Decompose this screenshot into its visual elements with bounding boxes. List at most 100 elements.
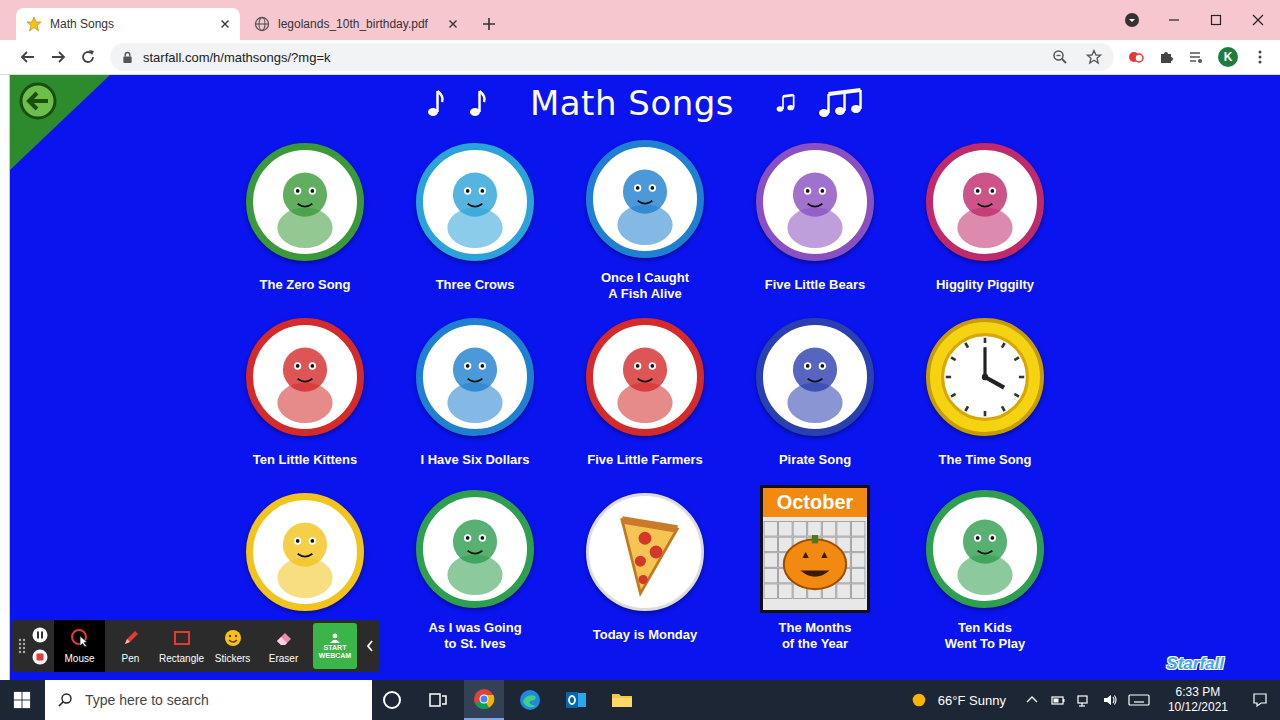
collapse-chevron-icon[interactable] bbox=[365, 638, 375, 654]
file-explorer-icon[interactable] bbox=[610, 688, 634, 712]
forward-icon[interactable] bbox=[50, 49, 66, 65]
character-picture[interactable] bbox=[246, 493, 364, 611]
song-title[interactable]: Pirate Song bbox=[779, 452, 851, 468]
close-tab-icon[interactable] bbox=[448, 19, 458, 29]
character-picture[interactable] bbox=[416, 490, 534, 608]
weather-text[interactable]: 66°F Sunny bbox=[938, 693, 1006, 708]
song-card[interactable]: Today is Monday bbox=[560, 477, 730, 652]
song-picture[interactable] bbox=[416, 477, 534, 620]
song-title[interactable]: Today is Monday bbox=[593, 627, 698, 643]
minimize-icon[interactable] bbox=[1166, 12, 1182, 28]
bookmark-star-icon[interactable] bbox=[1086, 49, 1102, 65]
song-picture[interactable] bbox=[416, 127, 534, 277]
song-picture[interactable] bbox=[246, 477, 364, 627]
pause-icon[interactable] bbox=[32, 627, 48, 643]
song-title[interactable]: Five Little Bears bbox=[765, 277, 865, 293]
song-picture[interactable]: October bbox=[760, 477, 870, 620]
song-picture[interactable] bbox=[416, 302, 534, 452]
network-icon[interactable] bbox=[1076, 692, 1092, 708]
character-picture[interactable] bbox=[416, 318, 534, 436]
song-picture[interactable] bbox=[926, 302, 1044, 452]
song-picture[interactable] bbox=[756, 302, 874, 452]
song-title[interactable]: Once I CaughtA Fish Alive bbox=[601, 270, 689, 302]
song-picture[interactable] bbox=[586, 302, 704, 452]
song-card[interactable]: I Have Six Dollars bbox=[390, 302, 560, 477]
song-card[interactable]: Five Little Farmers bbox=[560, 302, 730, 477]
song-title[interactable]: Ten Little Kittens bbox=[253, 452, 357, 468]
annotation-tool[interactable]: Pen bbox=[105, 620, 156, 672]
song-card[interactable]: The Time Song bbox=[900, 302, 1070, 477]
song-card[interactable]: Higglity Piggilty bbox=[900, 127, 1070, 302]
taskbar-clock[interactable]: 6:33 PM 10/12/2021 bbox=[1168, 685, 1228, 715]
character-picture[interactable] bbox=[586, 318, 704, 436]
reload-icon[interactable] bbox=[80, 49, 96, 65]
show-hidden-icon[interactable] bbox=[1024, 692, 1040, 708]
song-title[interactable]: Ten KidsWent To Play bbox=[945, 620, 1025, 652]
song-card[interactable]: As I was Goingto St. Ives bbox=[390, 477, 560, 652]
character-picture[interactable] bbox=[246, 143, 364, 261]
calendar-picture[interactable]: October bbox=[760, 485, 870, 613]
annotation-tool[interactable]: Stickers bbox=[207, 620, 258, 672]
song-card[interactable]: Three Crows bbox=[390, 127, 560, 302]
profile-avatar[interactable]: K bbox=[1218, 47, 1238, 67]
character-picture[interactable] bbox=[756, 318, 874, 436]
song-card[interactable]: Ten Little Kittens bbox=[220, 302, 390, 477]
browser-tab[interactable]: legolands_10th_birthday.pdf bbox=[244, 8, 468, 40]
character-picture[interactable] bbox=[416, 143, 534, 261]
notifications-icon[interactable] bbox=[1252, 692, 1268, 708]
song-title[interactable]: The Zero Song bbox=[260, 277, 351, 293]
drag-handle-icon[interactable] bbox=[18, 638, 26, 654]
annotation-tool[interactable]: Eraser bbox=[258, 620, 309, 672]
start-webcam-button[interactable]: START WEBCAM bbox=[313, 623, 357, 669]
character-picture[interactable] bbox=[756, 143, 874, 261]
windows-start-icon[interactable] bbox=[13, 691, 31, 709]
cortana-icon[interactable] bbox=[380, 688, 404, 712]
song-picture[interactable] bbox=[926, 127, 1044, 277]
song-picture[interactable] bbox=[246, 302, 364, 452]
plate-picture[interactable] bbox=[586, 493, 704, 611]
outlook-icon[interactable] bbox=[564, 688, 588, 712]
maximize-icon[interactable] bbox=[1208, 12, 1224, 28]
song-picture[interactable] bbox=[586, 127, 704, 270]
song-title[interactable]: Five Little Farmers bbox=[587, 452, 703, 468]
record-extension-icon[interactable] bbox=[1128, 49, 1144, 65]
battery-icon[interactable] bbox=[1050, 692, 1066, 708]
song-title[interactable]: Higglity Piggilty bbox=[936, 277, 1034, 293]
tab-search-icon[interactable] bbox=[1124, 12, 1140, 28]
back-arrow-icon[interactable] bbox=[18, 81, 58, 121]
task-view-icon[interactable] bbox=[426, 688, 450, 712]
zoom-icon[interactable] bbox=[1052, 49, 1068, 65]
menu-dots-icon[interactable] bbox=[1252, 49, 1268, 65]
taskbar-search[interactable]: Type here to search bbox=[45, 680, 372, 720]
back-icon[interactable] bbox=[20, 49, 36, 65]
stop-icon[interactable] bbox=[32, 649, 48, 665]
lock-icon[interactable] bbox=[122, 51, 133, 64]
address-bar[interactable]: starfall.com/h/mathsongs/?mg=k bbox=[110, 43, 1114, 71]
character-picture[interactable] bbox=[926, 143, 1044, 261]
song-picture[interactable] bbox=[246, 127, 364, 277]
song-picture[interactable] bbox=[756, 127, 874, 277]
song-title[interactable]: The Time Song bbox=[939, 452, 1032, 468]
song-picture[interactable] bbox=[926, 477, 1044, 620]
song-card[interactable]: October The Monthsof the Year bbox=[730, 477, 900, 652]
song-card[interactable]: The Zero Song bbox=[220, 127, 390, 302]
media-queue-icon[interactable] bbox=[1188, 49, 1204, 65]
clock-picture[interactable] bbox=[926, 318, 1044, 436]
close-window-icon[interactable] bbox=[1250, 12, 1266, 28]
edge-icon[interactable] bbox=[518, 688, 542, 712]
character-picture[interactable] bbox=[586, 140, 704, 258]
annotation-tool[interactable]: Mouse bbox=[54, 620, 105, 672]
song-title[interactable]: I Have Six Dollars bbox=[420, 452, 529, 468]
close-tab-icon[interactable] bbox=[220, 19, 230, 29]
song-card[interactable]: Ten KidsWent To Play bbox=[900, 477, 1070, 652]
song-picture[interactable] bbox=[586, 477, 704, 627]
browser-tab[interactable]: Math Songs bbox=[16, 8, 240, 40]
song-title[interactable]: As I was Goingto St. Ives bbox=[428, 620, 521, 652]
chrome-app[interactable] bbox=[464, 680, 504, 720]
annotation-tool[interactable]: Rectangle bbox=[156, 620, 207, 672]
character-picture[interactable] bbox=[926, 490, 1044, 608]
keyboard-icon[interactable] bbox=[1128, 692, 1150, 708]
song-card[interactable]: Five Little Bears bbox=[730, 127, 900, 302]
starfall-logo[interactable]: Starfall bbox=[1166, 654, 1224, 674]
song-card[interactable]: Pirate Song bbox=[730, 302, 900, 477]
